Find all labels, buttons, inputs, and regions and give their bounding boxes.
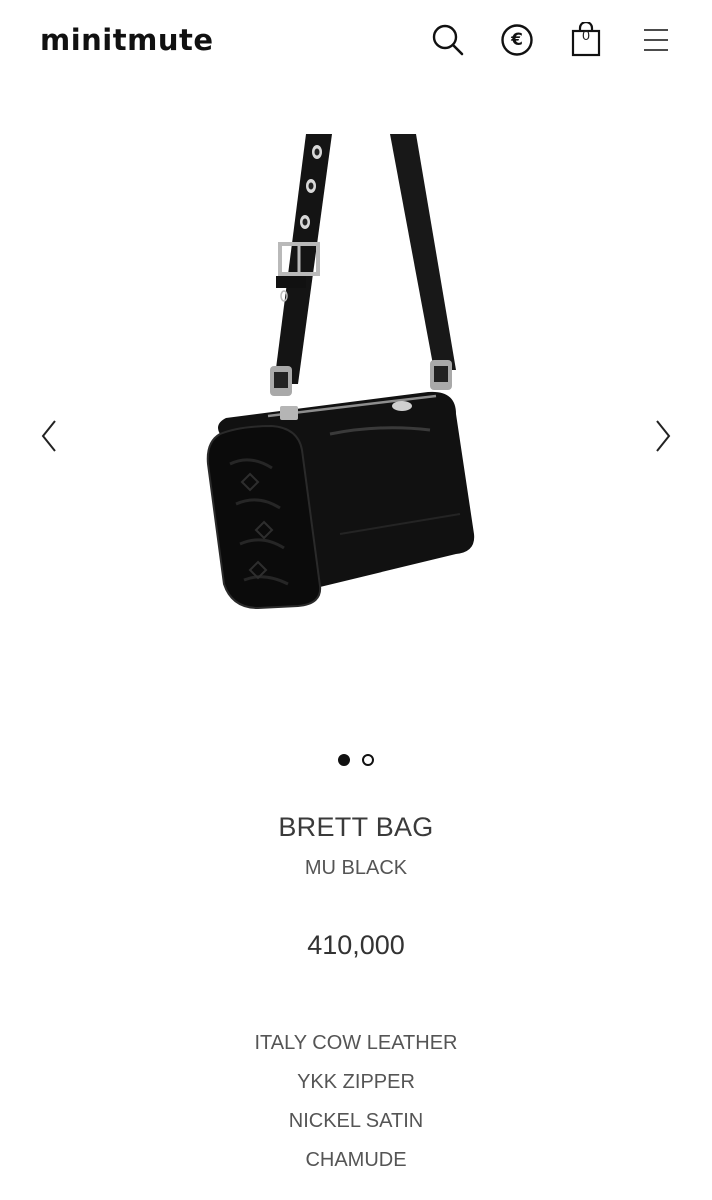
chevron-left-icon — [41, 420, 56, 452]
cart-count: 0 — [582, 27, 590, 43]
site-header: minitmute € 0 — [0, 0, 712, 84]
carousel-dot-1[interactable] — [338, 754, 350, 766]
previous-image-button[interactable] — [34, 414, 64, 458]
currency-button[interactable]: € — [497, 20, 537, 60]
spec-item: CHAMUDE — [305, 1149, 407, 1171]
next-image-button[interactable] — [648, 414, 678, 458]
product-name: BRETT BAG — [278, 812, 434, 842]
carousel-dots — [0, 754, 712, 768]
product-color: MU BLACK — [304, 857, 408, 879]
spec-item: YKK ZIPPER — [297, 1071, 415, 1093]
search-icon — [432, 24, 464, 56]
product-gallery — [0, 84, 712, 784]
currency-symbol: € — [511, 30, 523, 50]
product-specs: ITALY COW LEATHER YKK ZIPPER NICKEL SATI… — [0, 1030, 712, 1186]
carousel-dot-2[interactable] — [362, 754, 374, 766]
brand-logo[interactable]: minitmute — [40, 20, 214, 60]
hamburger-menu-icon — [644, 29, 668, 51]
menu-button[interactable] — [636, 20, 676, 60]
search-button[interactable] — [428, 20, 468, 60]
spec-item: NICKEL SATIN — [288, 1110, 424, 1132]
product-price: 410,000 — [307, 930, 405, 960]
product-image — [206, 134, 475, 610]
chevron-right-icon — [656, 420, 671, 452]
cart-button[interactable]: 0 — [566, 20, 606, 60]
spec-item: ITALY COW LEATHER — [254, 1032, 458, 1054]
